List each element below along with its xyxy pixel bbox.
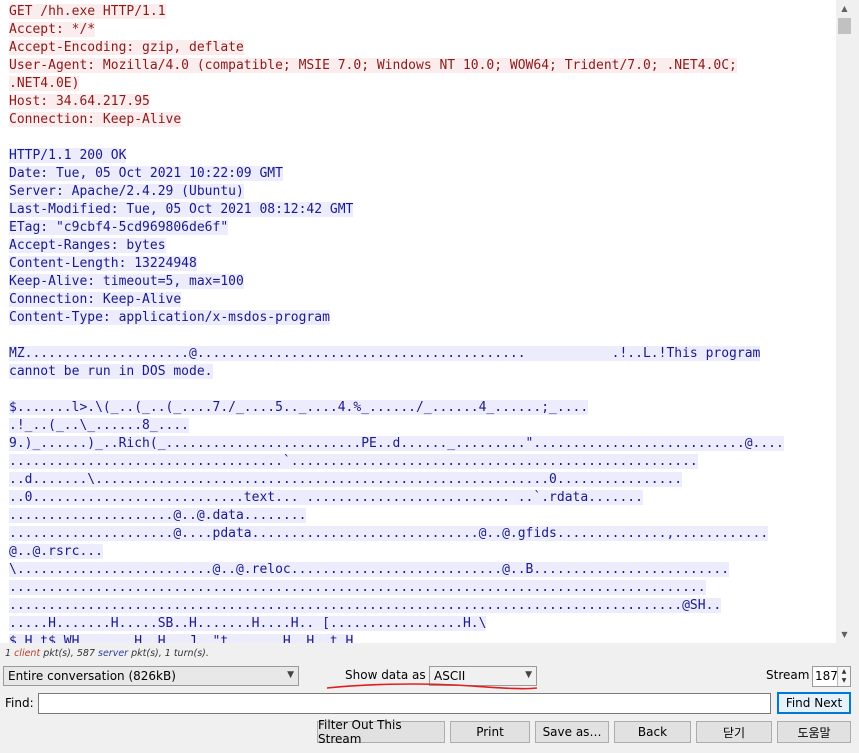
scroll-up-icon[interactable]: ▲ [836, 0, 853, 17]
client-line: Accept: */* [9, 21, 836, 39]
client-line: Accept-Encoding: gzip, deflate [9, 39, 836, 57]
line-text: $.H.t$.WH.......H..H...J.."t.......H..H.… [9, 634, 354, 643]
chevron-down-icon: ▼ [287, 670, 294, 680]
help-button[interactable]: 도움말 [777, 721, 851, 743]
print-button[interactable]: Print [450, 721, 530, 743]
line-text: ..0...........................text... ..… [9, 490, 643, 505]
client-count: 1 [5, 648, 12, 659]
line-text: HTTP/1.1 200 OK [9, 148, 127, 163]
server-line: MZ.....................@................… [9, 345, 836, 363]
server-line: Date: Tue, 05 Oct 2021 10:22:09 GMT [9, 165, 836, 183]
line-text: User-Agent: Mozilla/4.0 (compatible; MSI… [9, 58, 737, 73]
save-as-button[interactable]: Save as… [535, 721, 609, 743]
line-text: Date: Tue, 05 Oct 2021 10:22:09 GMT [9, 166, 283, 181]
conversation-select[interactable]: Entire conversation (826kB) ▼ [3, 666, 299, 686]
spinner-arrows-icon[interactable]: ▲ ▼ [837, 667, 850, 686]
server-line: ..d.......\.............................… [9, 471, 836, 489]
line-text: cannot be run in DOS mode. [9, 364, 213, 379]
line-text: .!_..(_..\_......8_.... [9, 418, 190, 433]
stream-number-spinner[interactable]: 187 ▲ ▼ [812, 666, 851, 687]
server-line: ...................................`....… [9, 453, 836, 471]
line-text: Connection: Keep-Alive [9, 292, 182, 307]
conversation-select-value: Entire conversation (826kB) [8, 669, 176, 683]
line-text: \.........................@..@.reloc....… [9, 562, 730, 577]
line-text: Content-Type: application/x-msdos-progra… [9, 310, 330, 325]
close-button[interactable]: 닫기 [696, 721, 772, 743]
scroll-thumb[interactable] [838, 18, 851, 34]
filter-out-stream-button[interactable]: Filter Out This Stream [317, 718, 445, 746]
server-line: Last-Modified: Tue, 05 Oct 2021 08:12:42… [9, 201, 836, 219]
server-line: cannot be run in DOS mode. [9, 363, 836, 381]
stream-stats: 1 client pkt(s), 587 server pkt(s), 1 tu… [5, 648, 209, 659]
server-line: @..@.rsrc... [9, 543, 836, 561]
find-input[interactable] [38, 693, 771, 714]
find-next-button[interactable]: Find Next [777, 692, 851, 714]
server-line: ETag: "c9cbf4-5cd969806de6f" [9, 219, 836, 237]
server-line: $.H.t$.WH.......H..H...J.."t.......H..H.… [9, 633, 836, 643]
line-text: Accept-Encoding: gzip, deflate [9, 40, 244, 55]
line-text: 9.)_......)_..Rich(_....................… [9, 436, 784, 451]
stream-lines: GET /hh.exe HTTP/1.1 Accept: */* Accept-En… [9, 3, 836, 643]
line-text: Keep-Alive: timeout=5, max=100 [9, 274, 244, 289]
server-line: HTTP/1.1 200 OK [9, 147, 836, 165]
line-text: Content-Length: 13224948 [9, 256, 197, 271]
server-line: .!_..(_..\_......8_.... [9, 417, 836, 435]
server-line: 9.)_......)_..Rich(_....................… [9, 435, 836, 453]
line-text: GET /hh.exe HTTP/1.1 [9, 4, 166, 19]
line-text: Accept-Ranges: bytes [9, 238, 166, 253]
server-line: .....H.......H.....SB..H.......H....H.. … [9, 615, 836, 633]
line-text: ..d.......\.............................… [9, 472, 683, 487]
client-line: GET /hh.exe HTTP/1.1 [9, 3, 836, 21]
stream-number-value: 187 [815, 669, 838, 683]
line-text: Accept: */* [9, 22, 96, 37]
server-line: ........................................… [9, 579, 836, 597]
client-line: User-Agent: Mozilla/4.0 (compatible; MSI… [9, 57, 836, 75]
chevron-down-icon: ▼ [525, 670, 532, 680]
line-text: .....H.......H.....SB..H.......H....H.. … [9, 616, 487, 631]
find-label: Find: [5, 696, 34, 710]
server-line: Connection: Keep-Alive [9, 291, 836, 309]
line-text: Connection: Keep-Alive [9, 112, 182, 127]
line-text: Server: Apache/2.4.29 (Ubuntu) [9, 184, 244, 199]
server-word: server [98, 648, 129, 659]
server-line: Server: Apache/2.4.29 (Ubuntu) [9, 183, 836, 201]
server-line: ........................................… [9, 597, 836, 615]
server-line: ..0...........................text... ..… [9, 489, 836, 507]
back-button[interactable]: Back [614, 721, 691, 743]
line-text: @..@.rsrc... [9, 544, 103, 559]
line-text: $.......l>.\(_..(_..(_....7./_....5.._..… [9, 400, 589, 415]
client-line: Connection: Keep-Alive [9, 111, 836, 129]
server-line: .....................@..@.data........ [9, 507, 836, 525]
stats-tail: pkt(s), 1 turn(s). [128, 648, 209, 659]
server-line: $.......l>.\(_..(_..(_....7./_....5.._..… [9, 399, 836, 417]
window-edge [853, 0, 859, 753]
stream-label: Stream [766, 668, 810, 682]
client-line: .NET4.0E) [9, 75, 836, 93]
line-text: ETag: "c9cbf4-5cd969806de6f" [9, 220, 229, 235]
line-text: .NET4.0E) [9, 76, 80, 91]
server-line: Keep-Alive: timeout=5, max=100 [9, 273, 836, 291]
server-line: \.........................@..@.reloc....… [9, 561, 836, 579]
line-text: .....................@....pdata.........… [9, 526, 769, 541]
line-text: Last-Modified: Tue, 05 Oct 2021 08:12:42… [9, 202, 354, 217]
stream-content-pane[interactable]: GET /hh.exe HTTP/1.1 Accept: */* Accept-En… [0, 0, 837, 643]
server-line: Content-Type: application/x-msdos-progra… [9, 309, 836, 327]
line-text: MZ.....................@................… [9, 346, 761, 361]
line-text: ...................................`....… [9, 454, 698, 469]
vertical-scrollbar[interactable]: ▲ ▼ [836, 0, 853, 643]
server-line: Content-Length: 13224948 [9, 255, 836, 273]
stats-mid: pkt(s), 587 [40, 648, 99, 659]
client-line: Host: 34.64.217.95 [9, 93, 836, 111]
server-line: Accept-Ranges: bytes [9, 237, 836, 255]
line-text: ........................................… [9, 580, 706, 595]
scroll-down-icon[interactable]: ▼ [836, 626, 853, 643]
server-line: .....................@....pdata.........… [9, 525, 836, 543]
client-word: client [14, 648, 41, 659]
line-text: ........................................… [9, 598, 722, 613]
line-text: Host: 34.64.217.95 [9, 94, 150, 109]
line-text: .....................@..@.data........ [9, 508, 307, 523]
